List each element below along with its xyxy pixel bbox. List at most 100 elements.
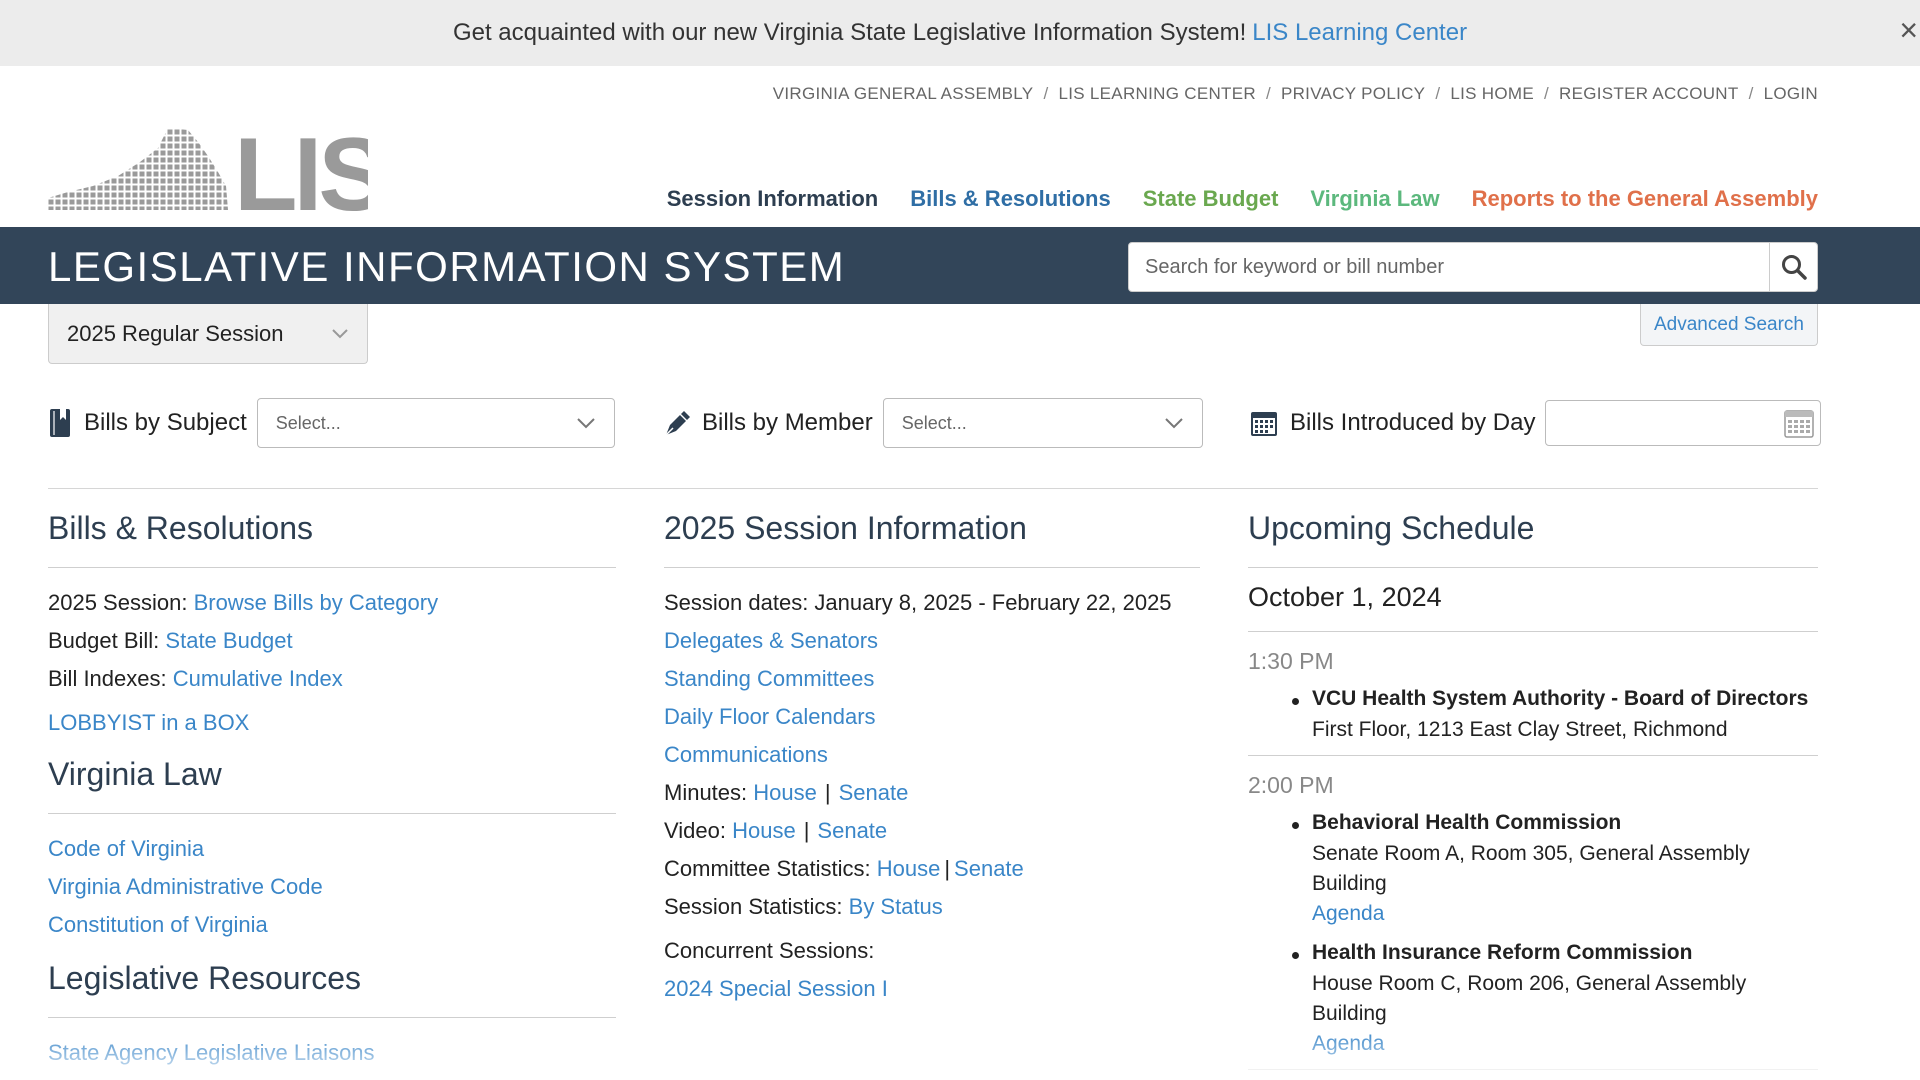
title-bar: LEGISLATIVE INFORMATION SYSTEM bbox=[0, 227, 1920, 304]
member-dropdown-value: Select... bbox=[901, 412, 967, 433]
search-button[interactable] bbox=[1769, 243, 1817, 291]
standing-committees-link[interactable]: Standing Committees bbox=[664, 666, 874, 691]
nav-session-information[interactable]: Session Information bbox=[667, 186, 878, 212]
day-label: Bills Introduced by Day bbox=[1290, 409, 1536, 436]
virginia-map-logo-icon: LIS bbox=[48, 117, 388, 233]
banner-close-button[interactable]: × bbox=[1899, 14, 1918, 46]
session-stats-label: Session Statistics: bbox=[664, 894, 843, 919]
code-of-virginia-link[interactable]: Code of Virginia bbox=[48, 836, 204, 861]
site-title: LEGISLATIVE INFORMATION SYSTEM bbox=[48, 243, 846, 290]
committee-stats-line: Committee Statistics: House | Senate bbox=[664, 850, 1200, 888]
advanced-search-button[interactable]: Advanced Search bbox=[1640, 304, 1818, 346]
committee-senate-link[interactable]: Senate bbox=[954, 856, 1024, 881]
announcement-banner: Get acquainted with our new Virginia Sta… bbox=[0, 0, 1920, 66]
floor-calendars-link[interactable]: Daily Floor Calendars bbox=[664, 704, 876, 729]
bullet-icon bbox=[1292, 698, 1299, 705]
banner-text: Get acquainted with our new Virginia Sta… bbox=[452, 19, 1247, 46]
util-link-privacy-policy[interactable]: PRIVACY POLICY bbox=[1281, 84, 1425, 104]
chevron-down-icon bbox=[577, 418, 595, 429]
committee-house-link[interactable]: House bbox=[877, 856, 941, 881]
video-label: Video: bbox=[664, 818, 726, 843]
by-status-link[interactable]: By Status bbox=[849, 894, 943, 919]
agenda-link[interactable]: Agenda bbox=[1312, 899, 1818, 929]
book-icon bbox=[48, 408, 72, 438]
meeting-name: VCU Health System Authority - Board of D… bbox=[1312, 687, 1809, 710]
session-information-column: 2025 Session Information Session dates: … bbox=[664, 510, 1200, 1008]
bullet-icon bbox=[1292, 952, 1299, 959]
calendar-icon bbox=[1250, 409, 1278, 437]
schedule-block: 1:30 PM VCU Health System Authority - Bo… bbox=[1248, 632, 1818, 756]
util-link-general-assembly[interactable]: VIRGINIA GENERAL ASSEMBLY bbox=[773, 84, 1034, 104]
separator: / bbox=[1043, 84, 1049, 103]
separator: / bbox=[1543, 84, 1550, 103]
lobbyist-link[interactable]: LOBBYIST in a BOX bbox=[48, 710, 249, 735]
legislative-resources-heading: Legislative Resources bbox=[48, 960, 616, 1018]
util-link-lis-home[interactable]: LIS HOME bbox=[1450, 84, 1534, 104]
budget-label: Budget Bill: bbox=[48, 628, 160, 653]
schedule-item: Behavioral Health Commission Senate Room… bbox=[1248, 807, 1818, 929]
schedule-block: 2:00 PM Behavioral Health Commission Sen… bbox=[1248, 756, 1818, 1070]
admin-code-link[interactable]: Virginia Administrative Code bbox=[48, 874, 323, 899]
separator: / bbox=[1748, 84, 1754, 103]
bills-resolutions-heading: Bills & Resolutions bbox=[48, 510, 616, 568]
calendar-picker-icon[interactable] bbox=[1784, 408, 1815, 438]
delegates-senators-link[interactable]: Delegates & Senators bbox=[664, 628, 878, 653]
budget-line: Budget Bill: State Budget bbox=[48, 622, 616, 660]
minutes-senate-link[interactable]: Senate bbox=[839, 780, 909, 805]
chevron-down-icon bbox=[1165, 418, 1183, 429]
schedule-date: October 1, 2024 bbox=[1248, 574, 1818, 632]
search-box bbox=[1128, 242, 1818, 292]
separator: / bbox=[1435, 84, 1441, 103]
util-link-learning-center[interactable]: LIS LEARNING CENTER bbox=[1058, 84, 1255, 104]
nav-reports[interactable]: Reports to the General Assembly bbox=[1472, 186, 1818, 212]
minutes-label: Minutes: bbox=[664, 780, 748, 805]
util-link-register[interactable]: REGISTER ACCOUNT bbox=[1559, 84, 1739, 104]
constitution-link[interactable]: Constitution of Virginia bbox=[48, 912, 268, 937]
agenda-link[interactable]: Agenda bbox=[1312, 1029, 1818, 1059]
nav-state-budget[interactable]: State Budget bbox=[1143, 186, 1279, 212]
separator: | bbox=[944, 856, 951, 881]
meeting-location: First Floor, 1213 East Clay Street, Rich… bbox=[1312, 718, 1728, 741]
search-input[interactable] bbox=[1129, 243, 1769, 291]
search-icon bbox=[1781, 255, 1807, 280]
committee-stats-label: Committee Statistics: bbox=[664, 856, 871, 881]
subject-label: Bills by Subject bbox=[84, 409, 247, 436]
special-session-link[interactable]: 2024 Special Session I bbox=[664, 976, 888, 1001]
meeting-location: House Room C, Room 206, General Assembly… bbox=[1312, 972, 1747, 1025]
minutes-house-link[interactable]: House bbox=[753, 780, 817, 805]
session-information-heading: 2025 Session Information bbox=[664, 510, 1200, 568]
pen-icon bbox=[662, 409, 690, 437]
meeting-location: Senate Room A, Room 305, General Assembl… bbox=[1312, 842, 1750, 895]
video-senate-link[interactable]: Senate bbox=[817, 818, 887, 843]
subject-dropdown[interactable]: Select... bbox=[256, 398, 615, 448]
index-label: Bill Indexes: bbox=[48, 666, 167, 691]
minutes-line: Minutes: House | Senate bbox=[664, 774, 1200, 812]
agency-liaisons-link[interactable]: State Agency Legislative Liaisons bbox=[48, 1040, 375, 1065]
bills-resolutions-column: Bills & Resolutions 2025 Session: Browse… bbox=[48, 510, 616, 1072]
meeting-name: Health Insurance Reform Commission bbox=[1312, 941, 1693, 964]
lobbyist-line: LOBBYIST in a BOX bbox=[48, 704, 616, 742]
schedule-item: VCU Health System Authority - Board of D… bbox=[1248, 683, 1818, 745]
util-link-login[interactable]: LOGIN bbox=[1764, 84, 1818, 104]
nav-bills-resolutions[interactable]: Bills & Resolutions bbox=[910, 186, 1110, 212]
schedule-time: 2:00 PM bbox=[1248, 772, 1334, 798]
divider bbox=[48, 488, 1818, 489]
communications-link[interactable]: Communications bbox=[664, 742, 828, 767]
subject-dropdown-value: Select... bbox=[275, 412, 341, 433]
video-house-link[interactable]: House bbox=[732, 818, 796, 843]
state-budget-link[interactable]: State Budget bbox=[165, 628, 292, 653]
concurrent-sessions-label: Concurrent Sessions: bbox=[664, 938, 875, 963]
schedule-time: 1:30 PM bbox=[1248, 648, 1334, 674]
banner-learning-center-link[interactable]: LIS Learning Center bbox=[1252, 19, 1467, 47]
index-line: Bill Indexes: Cumulative Index bbox=[48, 660, 616, 698]
nav-virginia-law[interactable]: Virginia Law bbox=[1310, 186, 1439, 212]
browse-bills-link[interactable]: Browse Bills by Category bbox=[194, 590, 439, 615]
upcoming-schedule-column: Upcoming Schedule October 1, 2024 1:30 P… bbox=[1248, 510, 1818, 1070]
member-dropdown[interactable]: Select... bbox=[882, 398, 1203, 448]
filter-bills-by-subject: Bills by Subject Select... bbox=[48, 398, 615, 448]
session-select[interactable]: 2025 Regular Session bbox=[48, 304, 368, 364]
logo-text: LIS bbox=[234, 122, 368, 214]
lis-logo[interactable]: LIS bbox=[48, 117, 388, 233]
cumulative-index-link[interactable]: Cumulative Index bbox=[173, 666, 343, 691]
date-input[interactable] bbox=[1545, 400, 1822, 446]
